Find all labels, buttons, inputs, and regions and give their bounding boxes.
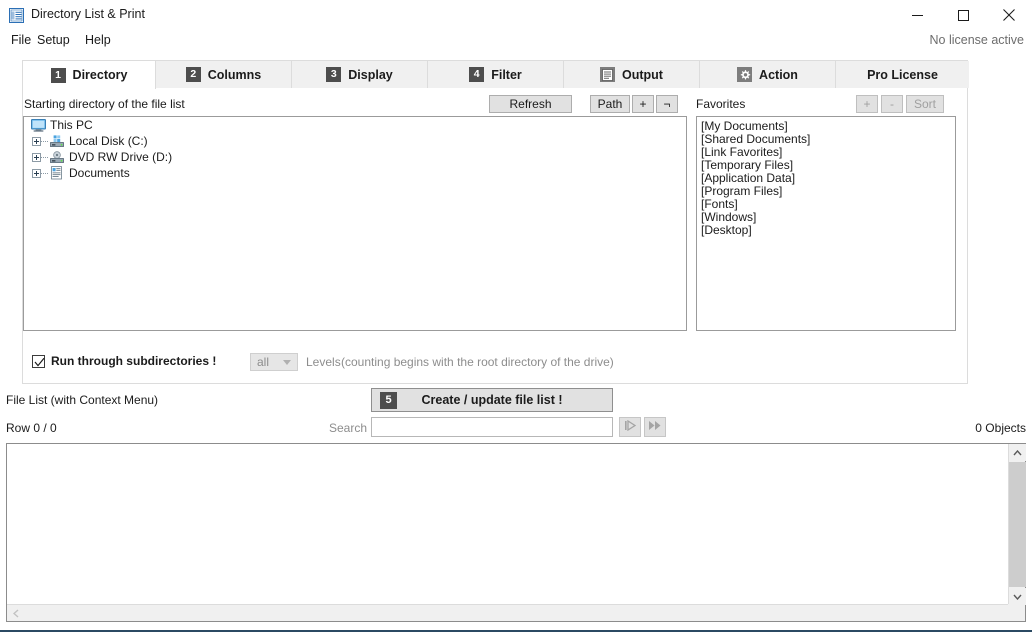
chevron-down-icon <box>283 360 291 365</box>
expand-icon[interactable] <box>32 136 41 146</box>
menu-bar: File Setup Help No license active <box>0 30 1032 52</box>
app-icon <box>9 8 24 23</box>
directory-tab-panel: Starting directory of the file list Refr… <box>22 88 968 384</box>
menu-item-file[interactable]: File <box>7 32 35 50</box>
app-window: Directory List & Print File Setup Help N… <box>0 0 1032 632</box>
favorites-list[interactable]: [My Documents] [Shared Documents] [Link … <box>696 116 956 331</box>
scroll-down-icon[interactable] <box>1009 588 1026 605</box>
scroll-up-icon[interactable] <box>1009 444 1026 461</box>
menu-item-help[interactable]: Help <box>81 32 115 50</box>
tree-item-label: Local Disk (C:) <box>69 134 148 148</box>
harddisk-icon <box>48 134 66 148</box>
tab-filter[interactable]: 4 Filter <box>428 61 564 88</box>
tree-item-label: This PC <box>50 118 93 132</box>
checkbox-box[interactable] <box>32 354 45 368</box>
fast-forward-icon <box>648 420 662 434</box>
tree-connector <box>41 140 48 142</box>
tab-label: Directory <box>72 68 128 82</box>
tree-item-label: Documents <box>69 166 130 180</box>
expand-icon[interactable] <box>32 152 41 162</box>
objects-count: 0 Objects <box>975 421 1026 435</box>
search-all-button[interactable] <box>644 417 666 437</box>
tab-action[interactable]: Action <box>700 61 836 88</box>
expand-icon[interactable] <box>32 168 41 178</box>
tree-item-documents[interactable]: Documents <box>24 165 686 181</box>
tab-number-badge: 4 <box>469 67 485 82</box>
checkbox-label: Run through subdirectories ! <box>51 354 217 368</box>
window-title: Directory List & Print <box>31 7 145 21</box>
step-number-badge: 5 <box>380 392 397 409</box>
play-step-icon <box>624 419 637 434</box>
levels-select[interactable]: all <box>250 353 298 371</box>
starting-directory-label: Starting directory of the file list <box>24 97 185 111</box>
tab-number-badge: 1 <box>50 67 66 83</box>
row-status: Row 0 / 0 <box>6 421 57 435</box>
tab-output[interactable]: Output <box>564 61 700 88</box>
monitor-icon <box>29 118 47 132</box>
tab-label: Pro License <box>867 67 938 82</box>
favorite-remove-button[interactable]: - <box>881 95 903 113</box>
scroll-left-icon[interactable] <box>7 605 24 622</box>
negate-path-button[interactable]: ¬ <box>656 95 678 113</box>
dvddrive-icon <box>48 150 66 164</box>
vertical-scrollbar[interactable] <box>1008 444 1026 605</box>
refresh-button[interactable]: Refresh <box>489 95 572 113</box>
add-path-button[interactable]: + <box>632 95 654 113</box>
tab-display[interactable]: 3 Display <box>292 61 428 88</box>
document-icon <box>600 67 616 82</box>
tab-directory[interactable]: 1 Directory <box>22 61 156 89</box>
menu-item-setup[interactable]: Setup <box>33 32 74 50</box>
directory-tree[interactable]: This PC Local Disk (C:) DVD RW Drive (D:… <box>23 116 687 331</box>
tab-label: Action <box>759 67 798 82</box>
tab-label: Filter <box>491 67 522 82</box>
levels-label: Levels <box>306 355 341 369</box>
tree-connector <box>41 172 48 174</box>
file-list-table[interactable] <box>6 443 1026 622</box>
tree-item-label: DVD RW Drive (D:) <box>69 150 173 164</box>
scrollbar-thumb[interactable] <box>1009 462 1026 587</box>
tab-number-badge: 2 <box>185 67 201 82</box>
horizontal-scrollbar[interactable] <box>7 604 1025 621</box>
search-next-button[interactable] <box>619 417 641 437</box>
tab-strip: 1 Directory 2 Columns 3 Display 4 Filter <box>22 60 969 89</box>
levels-select-value: all <box>257 355 270 369</box>
favorite-sort-button[interactable]: Sort <box>906 95 944 113</box>
tab-label: Display <box>348 67 393 82</box>
tree-item-local-disk-c[interactable]: Local Disk (C:) <box>24 133 686 149</box>
tree-item-this-pc[interactable]: This PC <box>24 117 686 133</box>
search-input[interactable] <box>371 417 613 437</box>
tree-connector <box>41 156 48 158</box>
file-list-title: File List (with Context Menu) <box>6 393 159 407</box>
run-through-subdirectories-checkbox[interactable]: Run through subdirectories ! <box>32 354 216 368</box>
list-item[interactable]: [Desktop] <box>701 224 955 237</box>
documents-icon <box>48 166 66 180</box>
title-bar: Directory List & Print <box>0 0 1032 30</box>
maximize-button[interactable] <box>940 0 986 30</box>
tab-pro-license[interactable]: Pro License <box>836 61 969 88</box>
license-status-text: No license active <box>929 33 1025 47</box>
tab-number-badge: 3 <box>326 67 342 82</box>
favorite-add-button[interactable]: + <box>856 95 878 113</box>
favorites-label: Favorites <box>696 97 746 111</box>
tab-label: Columns <box>207 67 262 82</box>
tree-item-dvd-rw-drive-d[interactable]: DVD RW Drive (D:) <box>24 149 686 165</box>
create-update-file-list-label: Create / update file list ! <box>421 393 563 407</box>
minimize-button[interactable] <box>894 0 940 30</box>
close-button[interactable] <box>986 0 1032 30</box>
scrollbar-corner <box>1008 604 1025 621</box>
create-update-file-list-button[interactable]: 5 Create / update file list ! <box>371 388 613 412</box>
list-item[interactable]: [Program Files] <box>701 185 955 198</box>
tab-label: Output <box>622 67 663 82</box>
path-button[interactable]: Path <box>590 95 630 113</box>
search-label: Search <box>329 421 368 435</box>
gear-icon <box>737 67 753 82</box>
tab-columns[interactable]: 2 Columns <box>156 61 292 88</box>
levels-hint: (counting begins with the root directory… <box>341 355 614 369</box>
